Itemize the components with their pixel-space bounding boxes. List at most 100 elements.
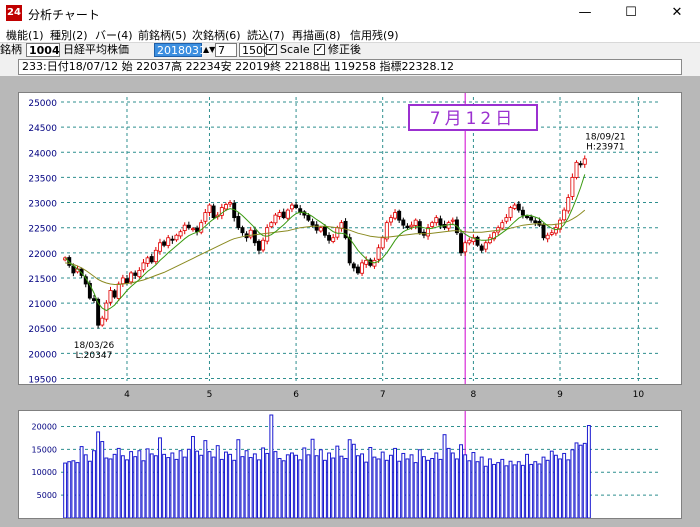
volume-bar <box>545 459 550 519</box>
adjust-label: 修正後 <box>328 43 361 56</box>
y-tick-label: 22500 <box>28 225 57 235</box>
volume-bar <box>203 440 208 519</box>
candle-body <box>578 163 583 166</box>
volume-bar <box>376 458 381 519</box>
volume-tick-label: 5000 <box>37 491 57 500</box>
volume-chart-panel[interactable]: 20000 15000 10000 5000 <box>18 410 682 519</box>
menu-item-load[interactable]: 読込(7) <box>247 27 285 43</box>
volume-bar <box>75 462 80 519</box>
volume-bar <box>496 462 501 519</box>
price-chart-panel[interactable]: 25000 24500 24000 23500 23000 22500 22000 21500… <box>18 92 682 385</box>
volume-bar <box>483 465 488 519</box>
minimize-icon[interactable]: — <box>562 0 608 26</box>
volume-bar <box>162 453 167 519</box>
bar-count-input[interactable]: 1500 <box>239 43 270 57</box>
candle-body <box>228 202 233 205</box>
menu-item-type[interactable]: 種別(2) <box>50 27 88 43</box>
volume-bar <box>269 414 274 519</box>
volume-bar <box>67 461 72 519</box>
candle-body <box>125 278 129 284</box>
volume-bar <box>339 455 344 519</box>
candle-body <box>92 298 96 301</box>
volume-bar <box>92 450 96 519</box>
menu-item-prev-stock[interactable]: 前銘柄(5) <box>138 27 187 43</box>
spin-arrows-icon[interactable]: ▲▼ <box>203 43 215 57</box>
menu-item-bar[interactable]: バー(4) <box>95 27 133 43</box>
volume-bar <box>207 451 212 519</box>
info-line: 233:日付18/07/12 始 22037高 22234安 22019終 22… <box>18 59 682 75</box>
candle-body <box>475 236 480 246</box>
menu-item-function[interactable]: 機能(1) <box>6 27 44 43</box>
extreme-annotation: L:20347 <box>76 351 113 361</box>
candle-body <box>574 161 579 178</box>
volume-bar <box>360 453 365 519</box>
menu-item-next-stock[interactable]: 次銘柄(6) <box>192 27 241 43</box>
date-input[interactable]: 20180313 <box>154 43 213 57</box>
volume-bar <box>158 437 162 519</box>
volume-bar <box>281 460 286 519</box>
close-icon[interactable]: ✕ <box>654 0 700 26</box>
volume-bar <box>467 460 472 519</box>
price-chart[interactable]: 25000 24500 24000 23500 23000 22500 22000 21500… <box>19 93 681 385</box>
candle-body <box>186 224 191 229</box>
extreme-annotation: 18/03/26 <box>74 341 115 351</box>
volume-bar <box>553 454 558 519</box>
volume-bar <box>224 451 228 519</box>
volume-bar <box>96 431 101 519</box>
candle-body <box>178 231 183 237</box>
candle-body <box>479 245 484 251</box>
volume-bar <box>323 459 327 519</box>
volume-bar <box>409 454 414 519</box>
volume-bar <box>79 446 84 519</box>
volume-bar <box>116 447 121 519</box>
adjust-checkbox[interactable]: ✓ <box>314 44 325 55</box>
candle-body <box>434 217 439 224</box>
candle-body <box>376 247 381 260</box>
volume-bar <box>302 447 307 519</box>
candle-body <box>306 215 311 221</box>
y-tick-label: 20000 <box>28 350 57 360</box>
candle-body <box>364 259 369 265</box>
y-tick-label: 19500 <box>28 375 57 384</box>
stock-code-input[interactable]: 1004 <box>26 43 60 57</box>
volume-bar <box>471 452 476 519</box>
volume-bar <box>405 458 410 519</box>
volume-bar <box>541 456 546 519</box>
volume-bar <box>104 457 109 519</box>
volume-bar <box>487 458 492 519</box>
candle-body <box>211 205 216 219</box>
scale-checkbox[interactable]: ✓ <box>266 44 277 55</box>
period-input[interactable]: 7 <box>215 43 237 57</box>
volume-bar <box>174 458 179 519</box>
candle-body <box>191 228 195 231</box>
volume-chart[interactable]: 20000 15000 10000 5000 <box>19 411 681 519</box>
maximize-icon[interactable]: ☐ <box>608 0 654 26</box>
candle-body <box>133 272 138 276</box>
candle-body <box>384 222 389 240</box>
volume-bar <box>529 463 534 519</box>
candle-body <box>153 249 158 263</box>
volume-bar <box>314 455 319 519</box>
volume-bar <box>244 450 249 519</box>
candle-body <box>112 290 117 298</box>
title-bar: 24 分析チャート — ☐ ✕ <box>0 0 700 26</box>
volume-bar <box>310 438 315 519</box>
volume-bar <box>537 463 542 519</box>
volume-bar <box>475 461 480 519</box>
volume-bar <box>129 451 134 519</box>
volume-bar <box>549 450 554 519</box>
candle-body <box>355 266 360 274</box>
date-label: 7月12日 <box>430 109 516 129</box>
menu-item-redraw[interactable]: 再描画(8) <box>292 27 341 43</box>
candle-body <box>500 222 505 229</box>
candle-body <box>541 224 546 239</box>
volume-bar <box>393 447 397 519</box>
menu-item-margin[interactable]: 信用残(9) <box>350 27 399 43</box>
candle-body <box>463 242 468 253</box>
volume-tick-label: 15000 <box>32 445 57 454</box>
candle-body <box>347 237 352 264</box>
volume-bar <box>215 445 220 519</box>
volume-bar <box>228 453 233 519</box>
candle-body <box>459 233 464 254</box>
candle-body <box>207 204 212 213</box>
